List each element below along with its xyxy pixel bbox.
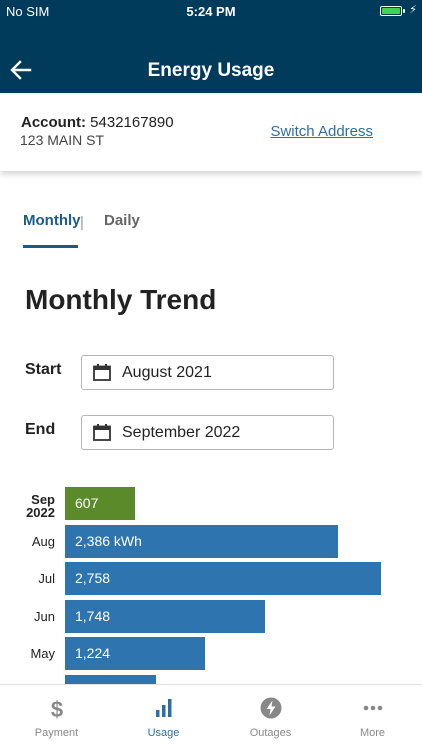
bar-row[interactable]: Sep 2022 607 bbox=[0, 487, 422, 520]
bar-value-label: 2,386 kWh bbox=[75, 532, 142, 549]
page-title: Energy Usage bbox=[147, 60, 275, 81]
clock-text: 5:24 PM bbox=[186, 4, 236, 19]
lightning-icon bbox=[260, 697, 282, 719]
usage-bar-chart: Sep 2022 607 Aug 2,386 kWh Jul 2,758 Jun 1,748 Ma… bbox=[0, 484, 422, 684]
active-tab-indicator bbox=[23, 245, 78, 248]
bar-value-label: 2,758 bbox=[75, 570, 111, 587]
tabbar-label: Usage bbox=[147, 727, 180, 739]
period-tabs: Monthly | Daily bbox=[0, 208, 422, 250]
bar-chart-icon bbox=[156, 699, 172, 717]
bar-category-label: Aug bbox=[31, 533, 55, 549]
tab-separator: | bbox=[80, 214, 84, 231]
charging-icon: ⚡ bbox=[409, 4, 417, 16]
tab-monthly[interactable]: Monthly bbox=[23, 212, 81, 229]
bar-category-label: Jun bbox=[34, 608, 55, 624]
bar-category-label: Jul bbox=[38, 571, 55, 587]
start-date-picker[interactable]: August 2021 bbox=[81, 355, 334, 390]
tab-daily[interactable]: Daily bbox=[104, 212, 140, 229]
calendar-icon bbox=[93, 424, 111, 441]
tabbar-label: Payment bbox=[34, 727, 79, 739]
end-date-value: September 2022 bbox=[122, 424, 241, 441]
dollar-icon: $ bbox=[51, 697, 63, 719]
usage-bar[interactable]: 2,758 bbox=[65, 562, 381, 596]
account-label: Account: bbox=[21, 114, 86, 131]
bar-value-label: 1,224 bbox=[75, 645, 111, 662]
calendar-icon bbox=[93, 364, 111, 381]
usage-bar[interactable] bbox=[65, 675, 156, 684]
svg-text:$: $ bbox=[51, 697, 63, 719]
tabbar-payment[interactable]: $ Payment bbox=[4, 685, 109, 750]
usage-bar[interactable]: 607 bbox=[65, 487, 135, 520]
tabbar-label: More bbox=[359, 727, 386, 739]
bar-row[interactable]: Apr bbox=[0, 675, 422, 684]
account-number: 5432167890 bbox=[90, 114, 174, 131]
bar-value-label: 1,748 bbox=[75, 607, 111, 624]
account-card: Account: 5432167890 123 MAIN ST Switch A… bbox=[0, 93, 422, 171]
tabbar-label: Outages bbox=[249, 727, 292, 739]
bar-category-label: Sep 2022 bbox=[26, 492, 55, 520]
app-header: No SIM 5:24 PM ⚡ Energy Usage bbox=[0, 0, 422, 93]
more-dots-icon bbox=[363, 705, 383, 711]
end-label: End bbox=[25, 421, 56, 438]
usage-bar[interactable]: 2,386 kWh bbox=[65, 524, 338, 558]
bar-row[interactable]: Jun 1,748 bbox=[0, 599, 422, 633]
bar-row[interactable]: Jul 2,758 bbox=[0, 562, 422, 596]
start-date-value: August 2021 bbox=[122, 364, 212, 381]
bar-row[interactable]: May 1,224 bbox=[0, 637, 422, 671]
battery-icon bbox=[380, 6, 402, 16]
status-bar: No SIM 5:24 PM ⚡ bbox=[0, 0, 422, 22]
bar-category-label: May bbox=[30, 646, 55, 662]
tabbar-more[interactable]: More bbox=[320, 685, 422, 750]
section-title: Monthly Trend bbox=[25, 284, 217, 315]
end-date-picker[interactable]: September 2022 bbox=[81, 415, 334, 450]
tabbar-outages[interactable]: Outages bbox=[218, 685, 323, 750]
bottom-tab-bar: $ Payment Usage Outages More bbox=[0, 684, 422, 750]
usage-bar[interactable]: 1,748 bbox=[65, 599, 265, 633]
bar-row[interactable]: Aug 2,386 kWh bbox=[0, 524, 422, 558]
account-address: 123 MAIN ST bbox=[20, 132, 105, 148]
switch-address-link[interactable]: Switch Address bbox=[270, 123, 373, 140]
start-label: Start bbox=[25, 361, 62, 378]
bar-value-label: 607 bbox=[75, 495, 99, 511]
usage-bar[interactable]: 1,224 bbox=[65, 637, 205, 671]
tabbar-usage[interactable]: Usage bbox=[111, 685, 216, 750]
account-line: Account: 5432167890 bbox=[21, 114, 174, 131]
